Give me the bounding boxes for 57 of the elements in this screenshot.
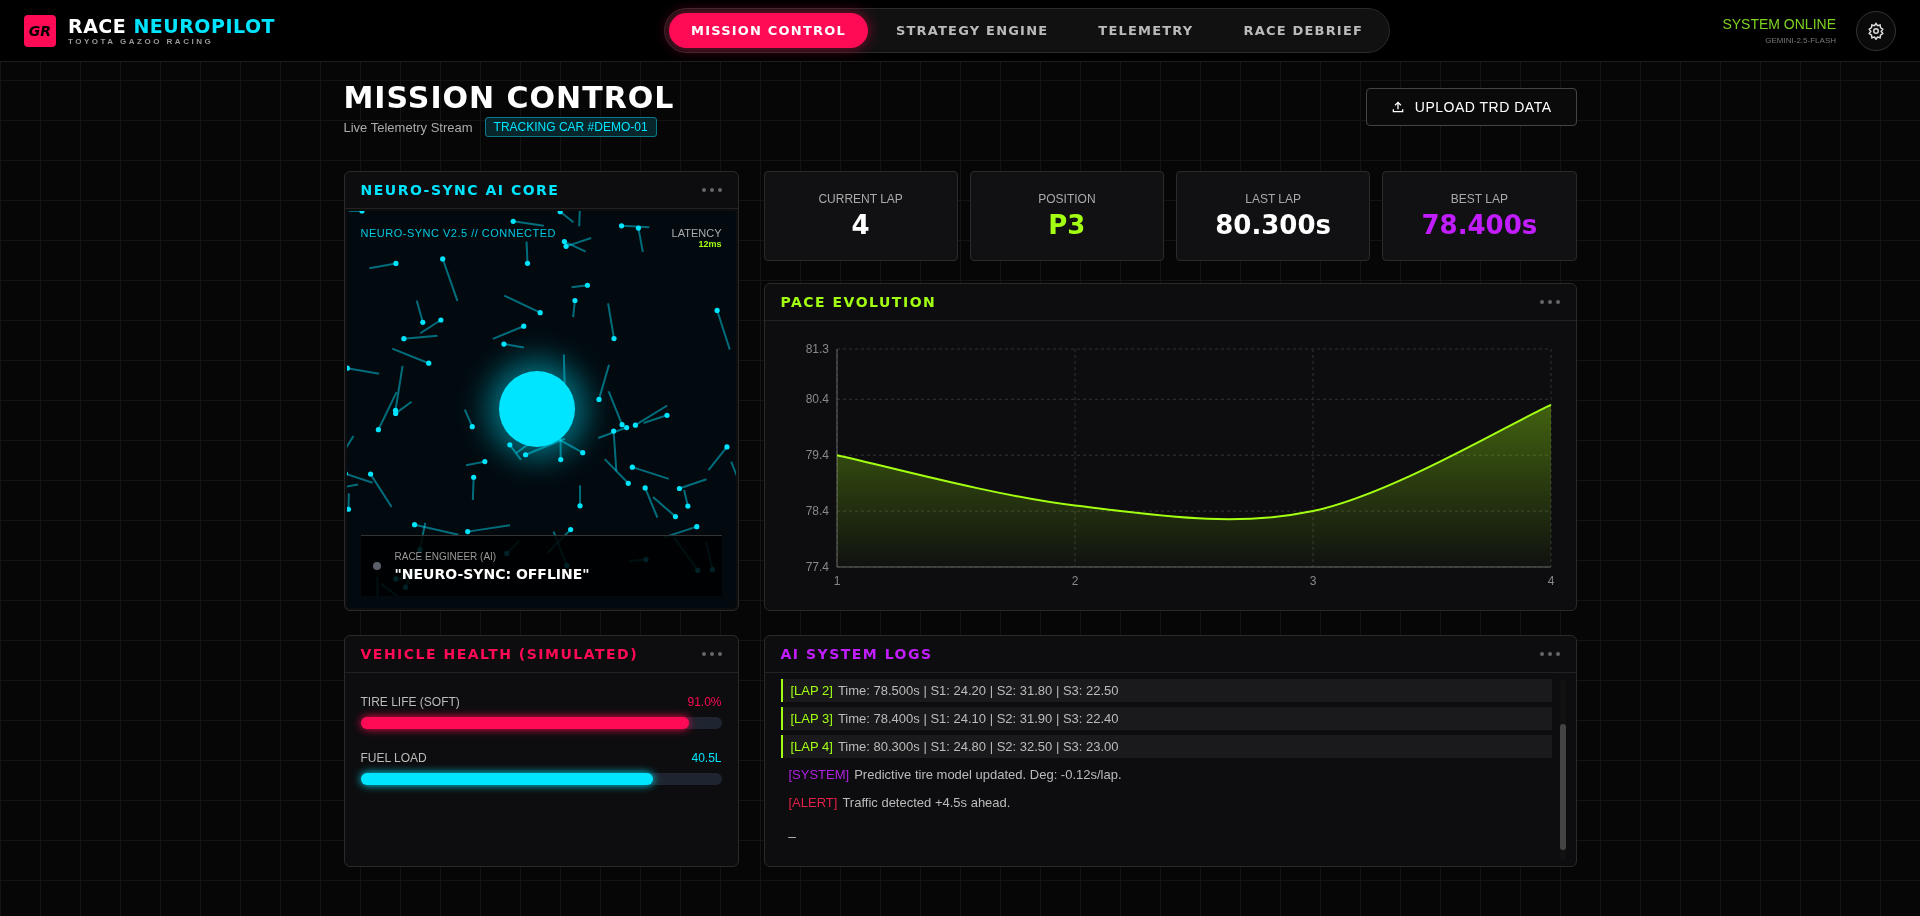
stat-label: BEST LAP — [1450, 192, 1508, 206]
panel-title: VEHICLE HEALTH (SIMULATED) — [360, 646, 639, 662]
y-tick-label: 80.4 — [805, 392, 829, 407]
log-cursor: _ — [787, 822, 797, 840]
page-subtitle: Live Telemetry Stream — [343, 119, 473, 135]
panel-title: NEURO-SYNC AI CORE — [360, 182, 560, 198]
stat-value: 78.400s — [1421, 210, 1538, 240]
log-entry: [ALERT] Traffic detected +4.5s ahead. — [787, 794, 1012, 812]
stat-value: 80.300s — [1215, 210, 1332, 240]
system-status: SYSTEM ONLINE — [1722, 16, 1836, 32]
stat-label: LAST LAP — [1245, 192, 1302, 206]
engineer-label: RACE ENGINEER (AI) — [394, 550, 498, 562]
panel-title: AI SYSTEM LOGS — [780, 646, 933, 662]
log-entry: [LAP 4] Time: 80.300s | S1: 24.80 | S2: 32.50 | S3: 23.00 — [780, 735, 1552, 758]
brand-subtitle: TOYOTA GAZOO RACING — [68, 37, 215, 46]
latency-label: LATENCY — [671, 227, 722, 239]
connection-status: NEURO-SYNC V2.5 // CONNECTED — [360, 227, 557, 241]
scrollbar[interactable] — [1559, 679, 1566, 860]
nav-tab[interactable]: STRATEGY ENGINE — [873, 13, 1071, 48]
engineer-message: "NEURO-SYNC: OFFLINE" — [394, 565, 590, 582]
x-tick-label: 4 — [1547, 574, 1554, 588]
panel-title: PACE EVOLUTION — [780, 294, 937, 310]
x-tick-label: 1 — [833, 574, 840, 588]
nav-tab[interactable]: MISSION CONTROL — [669, 13, 868, 48]
model-name: GEMINI-2.5-FLASH — [1764, 36, 1836, 45]
logo: GR — [24, 14, 56, 47]
log-entry: [LAP 2] Time: 78.500s | S1: 24.20 | S2: 31.80 | S3: 22.50 — [780, 679, 1552, 702]
tracking-badge: TRACKING CAR #DEMO-01 — [484, 117, 657, 137]
x-tick-label: 2 — [1071, 574, 1078, 588]
more-icon[interactable] — [701, 652, 722, 656]
meter-label: TIRE LIFE (SOFT) — [360, 695, 460, 709]
more-icon[interactable] — [1539, 652, 1560, 656]
upload-button[interactable]: UPLOAD TRD DATA — [1365, 88, 1577, 126]
log-entry: [LAP 3] Time: 78.400s | S1: 24.10 | S2: 31.90 | S3: 22.40 — [780, 707, 1552, 730]
settings-icon — [1867, 21, 1885, 40]
brand-title: RACE NEUROPILOT — [68, 15, 276, 37]
stat-label: CURRENT LAP — [818, 192, 903, 206]
nav-tab[interactable]: TELEMETRY — [1076, 13, 1216, 48]
more-icon[interactable] — [701, 188, 722, 192]
latency-value: 12ms — [697, 239, 722, 249]
upload-icon — [1390, 100, 1405, 114]
stat-label: POSITION — [1038, 192, 1096, 206]
meter-label: FUEL LOAD — [360, 751, 427, 765]
y-tick-label: 77.4 — [805, 560, 829, 574]
stat-value: 4 — [851, 210, 870, 240]
stat-value: P3 — [1048, 210, 1086, 240]
meter-reading: 91.0% — [687, 695, 722, 709]
page-title: MISSION CONTROL — [343, 80, 675, 115]
y-tick-label: 81.3 — [805, 342, 829, 356]
y-tick-label: 79.4 — [805, 448, 829, 463]
meter-reading: 40.5L — [691, 751, 722, 765]
settings-button[interactable] — [1856, 10, 1896, 51]
y-tick-label: 78.4 — [805, 504, 829, 519]
more-icon[interactable] — [1539, 300, 1560, 304]
x-tick-label: 3 — [1309, 574, 1316, 588]
log-entry: [SYSTEM] Predictive tire model updated. Deg: -0.12s/lap. — [787, 766, 1123, 784]
nav-tab[interactable]: RACE DEBRIEF — [1221, 13, 1386, 48]
